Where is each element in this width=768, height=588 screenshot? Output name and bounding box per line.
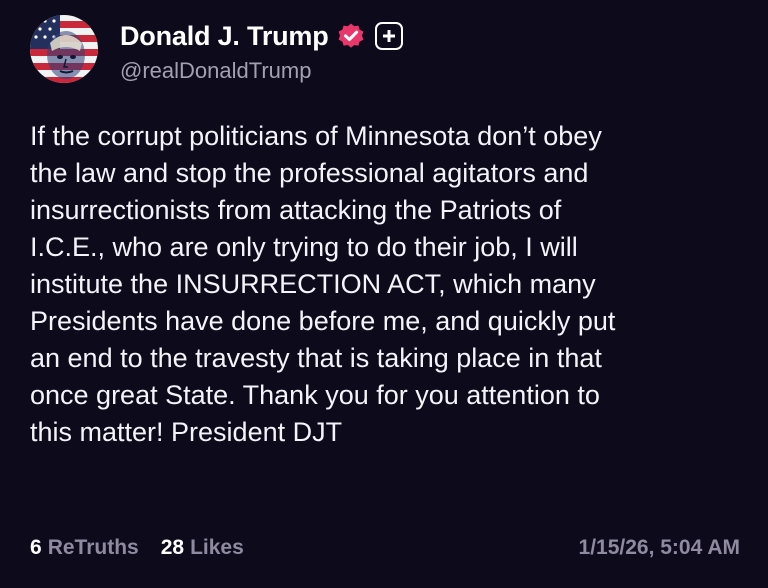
post-text-line: If the corrupt politicians of Minnesota …: [30, 121, 602, 151]
verified-badge-icon: [337, 22, 365, 50]
post-footer: 6 ReTruths 28 Likes 1/15/26, 5:04 AM: [30, 534, 740, 562]
post-header: Donald J. Trump @realDonaldTrump: [30, 15, 403, 84]
avatar[interactable]: [30, 15, 98, 83]
likes-label: Likes: [190, 536, 244, 559]
post-text-line: insurrectionists from attacking the Patr…: [30, 195, 562, 225]
post-timestamp[interactable]: 1/15/26, 5:04 AM: [579, 536, 740, 560]
likes-stat[interactable]: 28 Likes: [161, 536, 244, 560]
display-name[interactable]: Donald J. Trump: [120, 21, 329, 52]
post-card: Donald J. Trump @realDonaldTrump If the: [0, 0, 768, 588]
plus-icon: [382, 30, 395, 42]
follow-button[interactable]: [374, 22, 403, 50]
retruths-stat[interactable]: 6 ReTruths: [30, 536, 139, 560]
author-identity: Donald J. Trump @realDonaldTrump: [120, 20, 403, 84]
post-text-line: I.C.E., who are only trying to do their …: [30, 232, 578, 262]
post-text-line: institute the INSURRECTION ACT, which ma…: [30, 269, 596, 299]
post-text-line: Presidents have done before me, and quic…: [30, 306, 616, 336]
post-text-line: the law and stop the professional agitat…: [30, 158, 589, 188]
user-handle[interactable]: @realDonaldTrump: [120, 58, 403, 84]
retruths-label: ReTruths: [47, 536, 139, 559]
post-text-line: an end to the travesty that is taking pl…: [30, 343, 602, 373]
post-text-line: once great State. Thank you for you atte…: [30, 380, 600, 410]
likes-count: 28: [160, 536, 185, 559]
post-text-line: this matter! President DJT: [30, 417, 343, 447]
retruths-count: 6: [30, 536, 42, 559]
name-row: Donald J. Trump: [120, 20, 403, 52]
flag-portrait-avatar-icon: [30, 15, 98, 83]
post-body: If the corrupt politicians of Minnesota …: [30, 118, 750, 451]
